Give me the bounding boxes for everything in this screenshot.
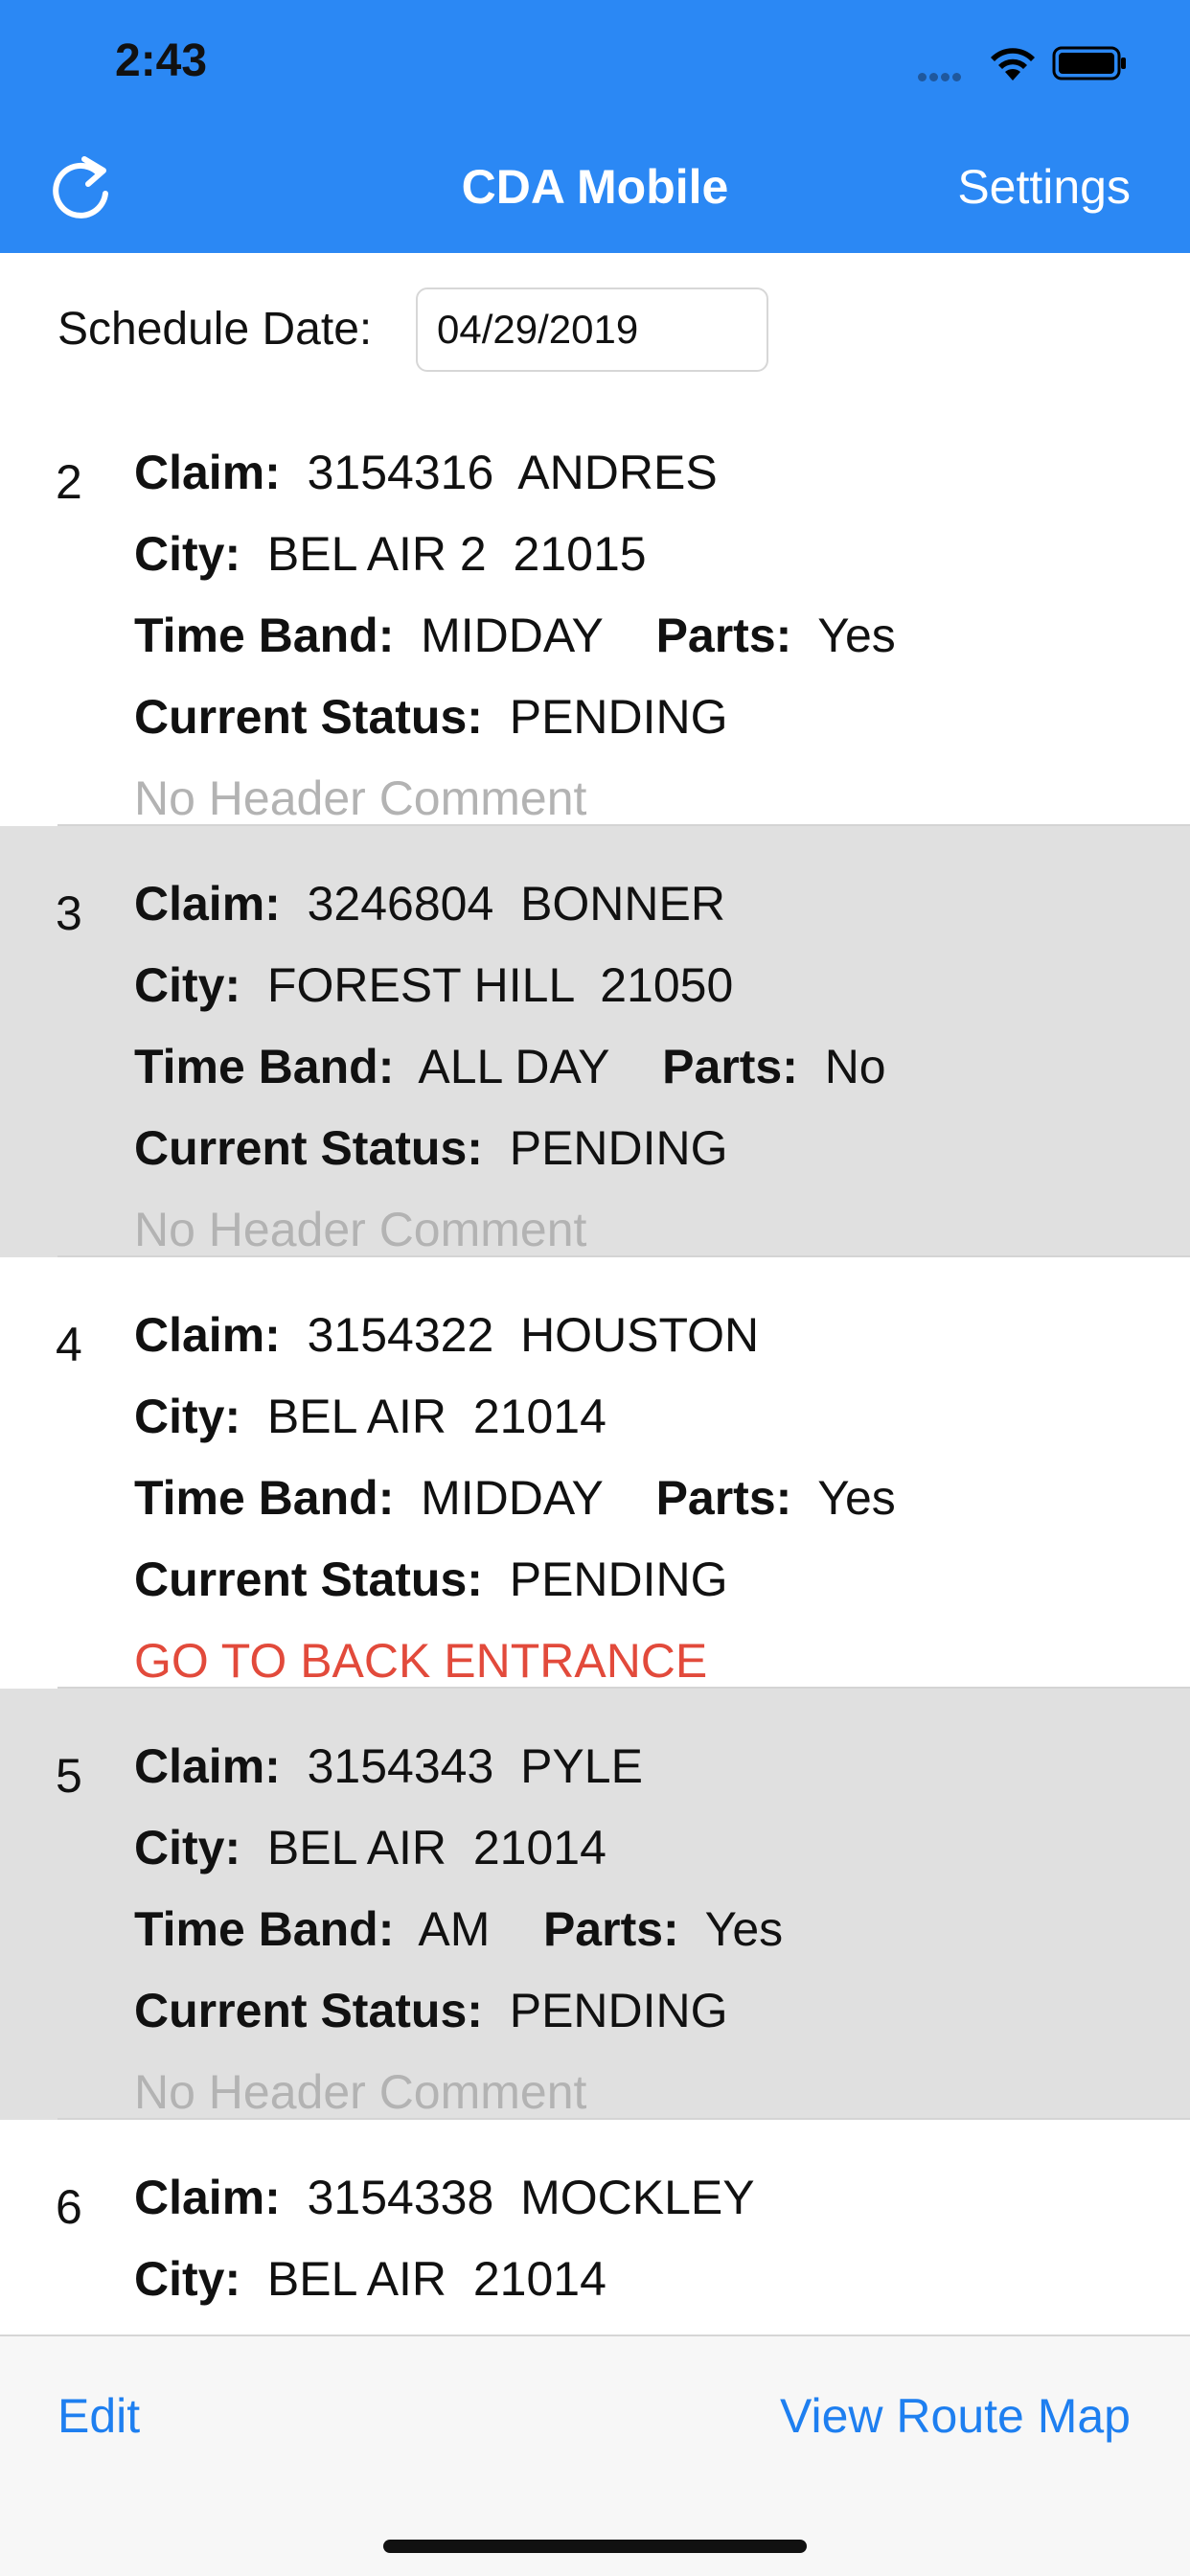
claim-line: Claim: 3154322 HOUSTON	[134, 1308, 760, 1362]
app-screen: 2:43 CDA Mobile Settings Schedule Date: …	[0, 0, 1190, 2576]
schedule-date-input[interactable]	[416, 288, 768, 372]
battery-icon	[1052, 46, 1126, 80]
status-line: Current Status: PENDING	[134, 1984, 728, 2037]
schedule-date-label: Schedule Date:	[57, 304, 373, 355]
status-time: 2:43	[115, 35, 208, 86]
city-line: City: BEL AIR 21014	[134, 2252, 606, 2306]
schedule-date-row: Schedule Date:	[0, 253, 1190, 395]
settings-button[interactable]: Settings	[957, 159, 1131, 215]
view-route-map-button[interactable]: View Route Map	[780, 2388, 1131, 2444]
status-line: Current Status: PENDING	[134, 690, 728, 744]
bottom-toolbar: Edit View Route Map	[0, 2334, 1190, 2576]
city-line: City: BEL AIR 21014	[134, 1390, 606, 1443]
time-band-line: Time Band: MIDDAY Parts: Yes	[134, 609, 896, 662]
claims-list: 2 Claim: 3154316 ANDRES City: BEL AIR 2 …	[0, 395, 1190, 2334]
row-index: 4	[56, 1318, 82, 1371]
time-band-line: Time Band: MIDDAY Parts: Yes	[134, 1471, 896, 1525]
row-index: 5	[56, 1749, 82, 1803]
wifi-icon	[991, 48, 1035, 80]
header-comment: No Header Comment	[134, 2065, 587, 2119]
claim-line: Claim: 3154316 ANDRES	[134, 446, 718, 499]
claim-row[interactable]: 2 Claim: 3154316 ANDRES City: BEL AIR 2 …	[0, 395, 1190, 826]
claim-row[interactable]: 6 Claim: 3154338 MOCKLEY City: BEL AIR 2…	[0, 2120, 1190, 2334]
claim-row[interactable]: 3 Claim: 3246804 BONNER City: FOREST HIL…	[0, 826, 1190, 1257]
status-line: Current Status: PENDING	[134, 1121, 728, 1175]
header-comment: No Header Comment	[134, 771, 587, 825]
claim-row[interactable]: 4 Claim: 3154322 HOUSTON City: BEL AIR 2…	[0, 1257, 1190, 1689]
city-line: City: FOREST HILL 21050	[134, 958, 734, 1012]
status-line: Current Status: PENDING	[134, 1552, 728, 1606]
city-line: City: BEL AIR 2 21015	[134, 527, 647, 581]
claim-line: Claim: 3246804 BONNER	[134, 877, 725, 931]
header-comment: No Header Comment	[134, 1203, 587, 1256]
time-band-line: Time Band: AM Parts: Yes	[134, 1902, 784, 1956]
edit-button[interactable]: Edit	[57, 2388, 140, 2444]
cellular-signal-icon	[918, 69, 973, 81]
row-index: 3	[56, 886, 82, 940]
row-index: 6	[56, 2180, 82, 2234]
claim-line: Claim: 3154343 PYLE	[134, 1739, 643, 1793]
city-line: City: BEL AIR 21014	[134, 1821, 606, 1874]
row-index: 2	[56, 455, 82, 509]
time-band-line: Time Band: ALL DAY Parts: No	[134, 1040, 886, 1093]
home-indicator[interactable]	[383, 2540, 807, 2553]
header-comment: GO TO BACK ENTRANCE	[134, 1634, 708, 1688]
claim-row[interactable]: 5 Claim: 3154343 PYLE City: BEL AIR 2101…	[0, 1689, 1190, 2120]
nav-header: 2:43 CDA Mobile Settings	[0, 0, 1190, 253]
claim-line: Claim: 3154338 MOCKLEY	[134, 2171, 755, 2224]
